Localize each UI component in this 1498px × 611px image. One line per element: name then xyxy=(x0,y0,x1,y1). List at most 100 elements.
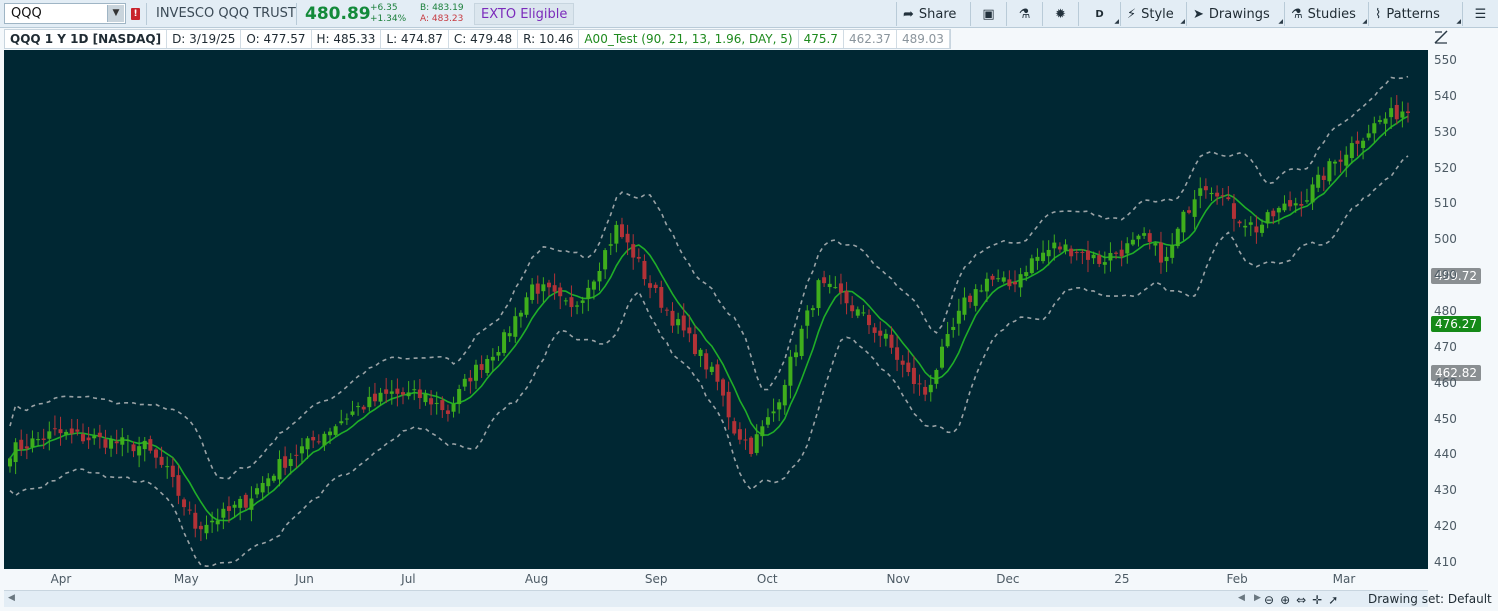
upper-band-line xyxy=(9,75,1409,480)
down-candle xyxy=(86,437,91,441)
drawing-tool-icon[interactable] xyxy=(1433,29,1449,45)
down-candle xyxy=(182,499,187,508)
mid-line xyxy=(9,115,1409,522)
zoom-in-icon[interactable]: ⊕ xyxy=(1280,593,1290,607)
monitor-button[interactable]: ▣ xyxy=(970,2,1006,26)
time-axis-tick: May xyxy=(173,572,199,586)
up-candle xyxy=(305,438,310,450)
up-candle xyxy=(356,406,361,408)
up-candle xyxy=(940,346,944,368)
style-label: Style xyxy=(1141,6,1174,22)
down-candle xyxy=(569,297,574,308)
up-candle xyxy=(328,431,333,436)
study-mid-value: 475.7 xyxy=(799,30,844,48)
down-candle xyxy=(243,494,248,508)
down-candle xyxy=(1321,175,1326,180)
down-candle xyxy=(1355,140,1360,144)
up-candle xyxy=(1276,207,1281,213)
change-value: +6.35 xyxy=(370,3,398,13)
down-candle xyxy=(648,283,653,288)
price-axis-tick: 420 xyxy=(1434,519,1457,534)
down-candle xyxy=(170,465,175,477)
down-candle xyxy=(148,439,153,451)
bar-open: O: 477.57 xyxy=(241,30,312,48)
share-button[interactable]: ➦ Share xyxy=(896,2,962,26)
time-axis-tick: Feb xyxy=(1226,572,1248,586)
up-candle xyxy=(530,284,535,300)
up-candle xyxy=(322,433,327,446)
price-axis-tick: 470 xyxy=(1434,339,1457,354)
up-candle xyxy=(1260,224,1265,233)
up-candle xyxy=(1327,161,1332,182)
exto-eligible-badge[interactable]: EXTO Eligible xyxy=(474,3,575,25)
scroll-left-icon[interactable]: ◀ xyxy=(8,593,15,603)
down-candle xyxy=(1007,279,1012,287)
drawing-set-status[interactable]: Drawing set: Default xyxy=(1368,592,1492,606)
up-candle xyxy=(457,389,462,405)
down-candle xyxy=(41,438,46,440)
up-candle xyxy=(462,378,467,387)
down-candle xyxy=(1338,159,1343,162)
flask-button[interactable]: ⚗ xyxy=(1006,2,1042,26)
chart-bottom-tools: ⊖ ⊕ ⇔ ✛ ➚ xyxy=(1236,590,1338,609)
study-name[interactable]: A00_Test (90, 21, 13, 1.96, DAY, 5) xyxy=(579,30,799,48)
style-button[interactable]: ⚡ Style ◢ xyxy=(1120,2,1186,26)
alert-badge[interactable]: ! xyxy=(131,8,140,20)
settings-button[interactable]: ✹ xyxy=(1042,2,1078,26)
drawings-label: Drawings xyxy=(1208,6,1270,22)
menu-button[interactable]: ☰ xyxy=(1462,2,1498,26)
down-candle xyxy=(692,334,697,355)
up-candle xyxy=(1175,228,1180,247)
studies-button[interactable]: ⚗ Studies ◢ xyxy=(1284,2,1368,26)
up-candle xyxy=(1153,243,1158,246)
share-icon: ➦ xyxy=(903,6,914,22)
up-candle xyxy=(855,309,860,316)
down-candle xyxy=(1288,200,1293,207)
up-candle xyxy=(799,328,804,356)
up-candle xyxy=(378,392,383,402)
change-percent: +1.34% xyxy=(370,14,407,24)
pan-horizontal-icon[interactable]: ⇔ xyxy=(1296,593,1306,607)
up-candle xyxy=(827,283,832,288)
gear-icon: ✹ xyxy=(1055,6,1066,22)
time-axis-tick: Mar xyxy=(1332,572,1356,586)
pointer-icon[interactable]: ➚ xyxy=(1328,593,1338,607)
time-axis-tick: Oct xyxy=(756,572,778,586)
crosshair-icon[interactable]: ✛ xyxy=(1312,593,1322,607)
chart-scrollbar[interactable]: ◀ ◀ ▶ xyxy=(4,590,1428,607)
time-axis[interactable]: Apr May Jun Jul Aug Sep Oct Nov Dec 25 Feb Mar xyxy=(4,569,1428,589)
zoom-out-icon[interactable]: ⊖ xyxy=(1264,593,1274,607)
price-axis[interactable]: 489.72 476.27 462.82 410 420 430 440 450 460 4… xyxy=(1428,50,1498,569)
down-candle xyxy=(226,506,231,511)
down-candle xyxy=(867,314,872,326)
price-axis-tick: 500 xyxy=(1434,232,1457,247)
drawings-button[interactable]: ➤ Drawings ◢ xyxy=(1186,2,1284,26)
up-candle xyxy=(816,280,821,309)
down-candle xyxy=(1085,250,1090,260)
up-candle xyxy=(973,289,978,306)
corner-arrow-icon: ◢ xyxy=(1114,18,1119,25)
price-axis-tick: 490 xyxy=(1434,268,1457,283)
price-axis-tick: 430 xyxy=(1434,483,1457,498)
down-candle xyxy=(479,364,484,370)
lower-band-line xyxy=(9,155,1409,568)
patterns-button[interactable]: ⌇ Patterns ◢ xyxy=(1368,2,1462,26)
price-axis-tick: 530 xyxy=(1434,124,1457,139)
down-candle xyxy=(1012,281,1017,285)
time-axis-tick: Sep xyxy=(644,572,668,586)
down-candle xyxy=(417,389,422,399)
price-chart[interactable] xyxy=(4,50,1428,569)
share-label: Share xyxy=(918,6,957,22)
up-candle xyxy=(1333,161,1338,164)
up-candle xyxy=(1372,123,1377,134)
chevron-down-icon[interactable]: ▼ xyxy=(107,5,124,22)
down-candle xyxy=(1187,210,1192,213)
up-candle xyxy=(1349,143,1354,159)
down-candle xyxy=(52,428,57,430)
up-candle xyxy=(580,300,585,303)
up-candle xyxy=(1024,272,1029,277)
symbol-selector[interactable]: QQQ ▼ xyxy=(4,3,126,24)
timeframe-button[interactable]: D ◢ xyxy=(1078,2,1120,26)
symbol-input[interactable]: QQQ xyxy=(11,6,42,21)
down-candle xyxy=(558,287,563,297)
